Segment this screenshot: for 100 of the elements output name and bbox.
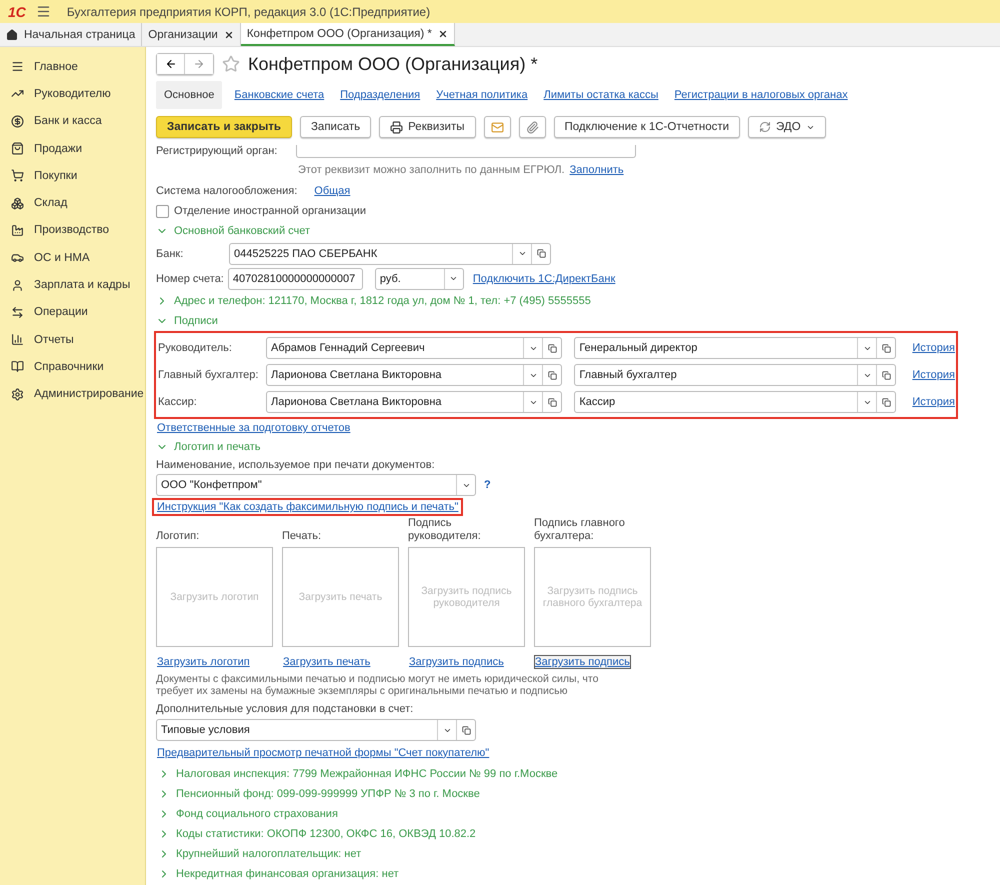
print-name-field[interactable]: ООО "Конфетпром" [156, 474, 476, 496]
sidebar-item[interactable]: Покупки [0, 162, 145, 190]
hint-text: Этот реквизит можно заполнить по данным ЕГРЮЛ. [298, 164, 565, 176]
sidebar-item[interactable]: Отчеты [0, 326, 145, 354]
section-tab[interactable]: Регистрации в налоговых органах [670, 81, 852, 109]
upload-link[interactable]: Загрузить логотип [156, 655, 251, 669]
sidebar-item[interactable]: Склад [0, 189, 145, 217]
form-title: Конфетпром ООО (Организация) * [248, 54, 538, 74]
back-button[interactable] [157, 54, 185, 74]
responsible-link[interactable]: Ответственные за подготовку отчетов [156, 421, 352, 435]
mail-button[interactable] [484, 116, 510, 138]
history-link[interactable]: История [911, 368, 956, 382]
tax-system-link[interactable]: Общая [313, 184, 352, 198]
group-title[interactable]: Коды статистики: ОКОПФ 12300, ОКФС 16, ОКВЭД 10.82.2 [176, 828, 476, 840]
section-tab[interactable]: Учетная политика [432, 81, 532, 109]
edo-menu-button[interactable]: ЭДО [748, 116, 826, 138]
upload-link[interactable]: Загрузить печать [282, 655, 372, 669]
sidebar-item[interactable]: Администрирование [0, 380, 145, 408]
sidebar-item[interactable]: Зарплата и кадры [0, 271, 145, 299]
group-title[interactable]: Логотип и печать [174, 441, 260, 453]
field-label: Система налогообложения: [156, 184, 298, 198]
save-close-button[interactable]: Записать и закрыть [156, 116, 292, 138]
directbank-link[interactable]: Подключить 1С:ДиректБанк [472, 272, 616, 286]
checkbox[interactable] [156, 204, 169, 218]
sidebar-item[interactable]: Главное [0, 53, 145, 80]
attach-button[interactable] [518, 116, 546, 138]
field-label: Главный бухгалтер: [158, 368, 260, 382]
menu-icon [11, 60, 24, 74]
group-title[interactable]: Крупнейший налогоплательщик: нет [176, 848, 362, 860]
instruction-link[interactable]: Инструкция "Как создать факсимильную подпись и печать" [156, 500, 460, 514]
toolbar-button[interactable]: Подключение к 1С-Отчетности [554, 116, 740, 138]
upload-link[interactable]: Загрузить подпись [408, 655, 505, 669]
sidebar-label: Производство [34, 224, 109, 236]
section-tab[interactable]: Подразделения [336, 81, 424, 109]
sidebar-item[interactable]: Руководителю [0, 80, 145, 108]
book-icon [11, 360, 24, 374]
sidebar-label: Главное [34, 60, 78, 73]
home-icon [6, 28, 18, 40]
section-tab[interactable]: Банковские счета [230, 81, 328, 109]
field-label: Наименование, используемое при печати документов: [156, 458, 435, 472]
person-field[interactable]: Ларионова Светлана Викторовна [266, 391, 562, 413]
exchange-icon [759, 121, 772, 133]
sidebar-item[interactable]: Операции [0, 298, 145, 326]
menu-icon[interactable] [36, 4, 51, 19]
position-field[interactable]: Кассир [574, 391, 896, 413]
sidebar-label: Руководителю [34, 88, 111, 100]
tab-label: Конфетпром ООО (Организация) * [246, 28, 432, 40]
history-link[interactable]: История [911, 341, 956, 355]
person-field[interactable]: Абрамов Геннадий Сергеевич [266, 337, 562, 359]
position-field[interactable]: Главный бухгалтер [574, 364, 896, 386]
app-title: Бухгалтерия предприятия КОРП, редакция 3.0 (1С:Предприятие) [66, 4, 430, 18]
registrar-field[interactable] [296, 144, 636, 158]
group-title[interactable]: Адрес и телефон: 121170, Москва г, 1812 года ул, дом № 1, тел: +7 (495) 5555555 [174, 295, 591, 307]
sidebar-label: Банк и касса [34, 115, 102, 128]
tab-label: Начальная страница [24, 28, 136, 40]
details-button[interactable]: Реквизиты [379, 116, 476, 138]
sidebar-item[interactable]: Банк и касса [0, 108, 145, 135]
group-title[interactable]: Основной банковский счет [174, 225, 310, 237]
sidebar-label: Операции [34, 306, 88, 318]
window-tab[interactable]: Начальная страница [0, 23, 142, 46]
section-tab[interactable]: Лимиты остатка кассы [540, 81, 662, 109]
conditions-field[interactable]: Типовые условия [156, 719, 476, 741]
toolbar-button[interactable]: Записать [300, 116, 372, 138]
sidebar-item[interactable]: ОС и НМА [0, 244, 145, 272]
account-field[interactable]: 40702810000000000007 [228, 268, 363, 290]
printer-icon [390, 120, 404, 134]
currency-field[interactable]: руб. [374, 268, 464, 290]
group-title[interactable]: Некредитная финансовая организация: нет [176, 868, 399, 880]
fill-link[interactable]: Заполнить [568, 163, 625, 177]
sidebar-item[interactable]: Производство [0, 216, 145, 244]
dropdown-icon [518, 249, 526, 258]
gear-icon [11, 388, 24, 401]
position-field[interactable]: Генеральный директор [574, 337, 896, 359]
history-link[interactable]: История [911, 395, 956, 409]
group-title[interactable]: Фонд социального страхования [176, 808, 338, 820]
sidebar-item[interactable]: Справочники [0, 353, 145, 381]
group-title[interactable]: Пенсионный фонд: 099-099-999999 УПФР № 3 по г. Москве [176, 788, 480, 800]
favorite-star-icon[interactable] [222, 55, 240, 73]
close-icon[interactable] [224, 30, 234, 40]
section-tab[interactable]: Основное [156, 81, 222, 109]
close-icon[interactable] [438, 28, 448, 38]
bank-field[interactable]: 044525225 ПАО СБЕРБАНК [229, 242, 551, 264]
preview-link[interactable]: Предварительный просмотр печатной формы "Счет покупателю" [156, 746, 490, 760]
person-field[interactable]: Ларионова Светлана Викторовна [266, 364, 562, 386]
sidebar-item[interactable]: Продажи [0, 134, 145, 162]
field-label: Дополнительные условия для подстановки в счет: [156, 702, 414, 716]
group-title[interactable]: Налоговая инспекция: 7799 Межрайонная ИФНС России № 99 по г.Москве [176, 768, 558, 780]
chart-icon [11, 333, 24, 346]
group-title[interactable]: Подписи [174, 315, 218, 327]
help-link[interactable]: ? [484, 479, 491, 491]
window-tab[interactable]: Конфетпром ООО (Организация) * [240, 23, 455, 46]
image-label: Подпись руководителя: [408, 517, 482, 543]
field-label: Кассир: [158, 395, 198, 409]
field-label: Номер счета: [156, 272, 224, 286]
image-label: Печать: [282, 529, 322, 543]
coin-icon [11, 114, 24, 128]
warning-note: Документы с факсимильными печатью и подписью могут не иметь юридической силы, что требует их замены на бумажные экземпляры с оригинальными печатью и подписью [156, 673, 600, 697]
upload-link[interactable]: Загрузить подпись [534, 655, 631, 669]
paperclip-icon [526, 120, 538, 134]
sidebar-label: Справочники [34, 360, 104, 373]
